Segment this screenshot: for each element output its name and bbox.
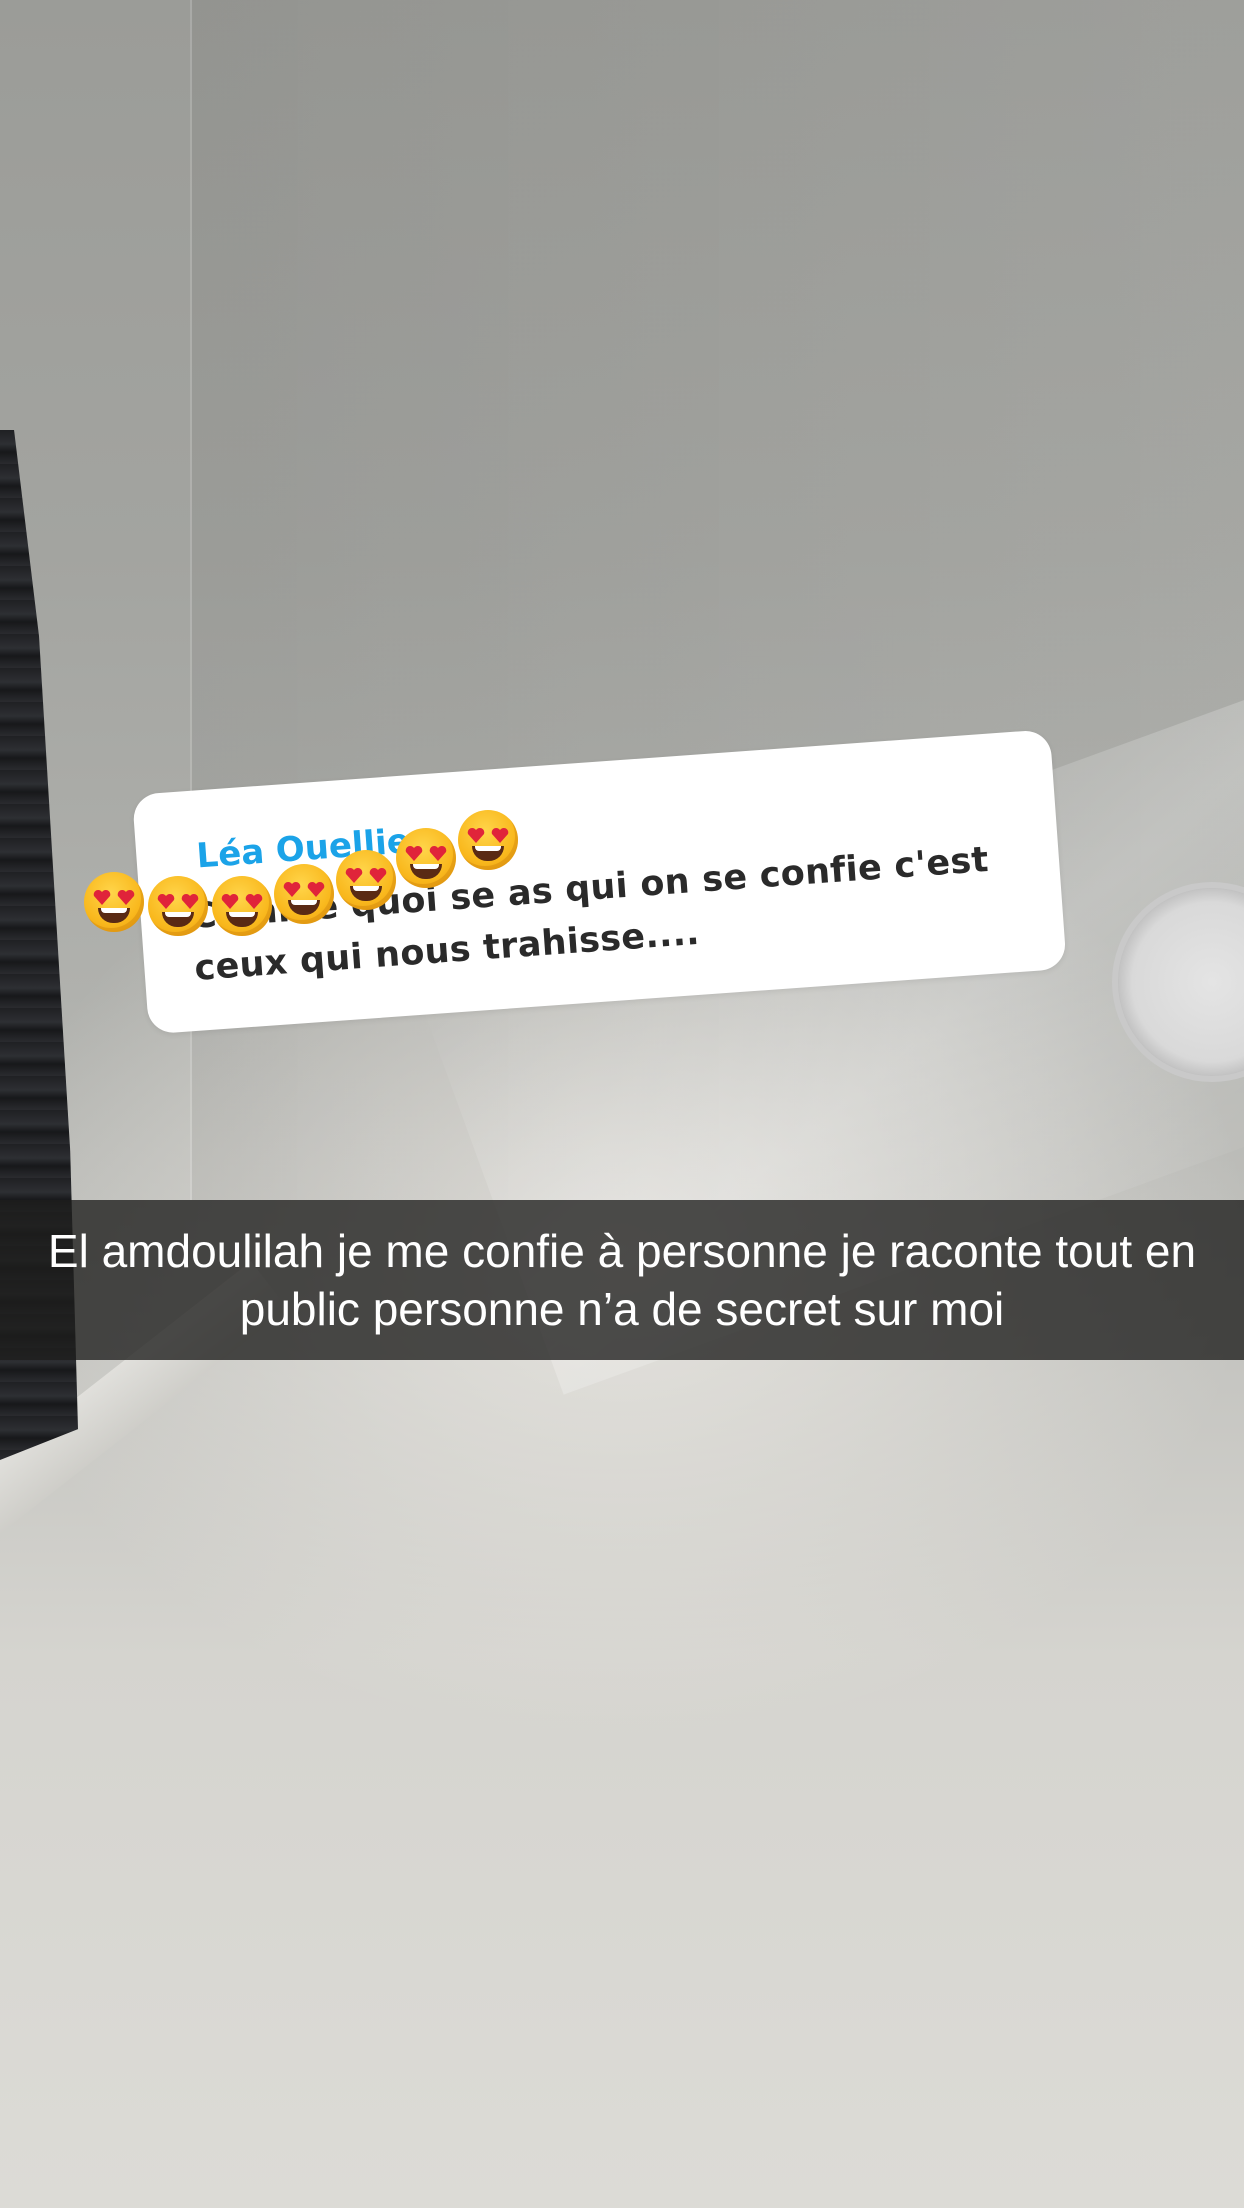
caption-text: El amdoulilah je me confie à personne je… (47, 1225, 1197, 1335)
heart-eyes-emoji-icon[interactable] (396, 828, 456, 888)
snap-photo: Léa Ouellier Comme quoi se as qui on se … (0, 0, 1244, 2208)
heart-eyes-emoji-icon[interactable] (336, 850, 396, 910)
caption-bar[interactable]: El amdoulilah je me confie à personne je… (0, 1200, 1244, 1360)
heart-eyes-emoji-icon[interactable] (458, 810, 518, 870)
heart-eyes-emoji-icon[interactable] (274, 864, 334, 924)
heart-eyes-emoji-icon[interactable] (148, 876, 208, 936)
heart-eyes-emoji-icon[interactable] (212, 876, 272, 936)
heart-eyes-emoji-icon[interactable] (84, 872, 144, 932)
